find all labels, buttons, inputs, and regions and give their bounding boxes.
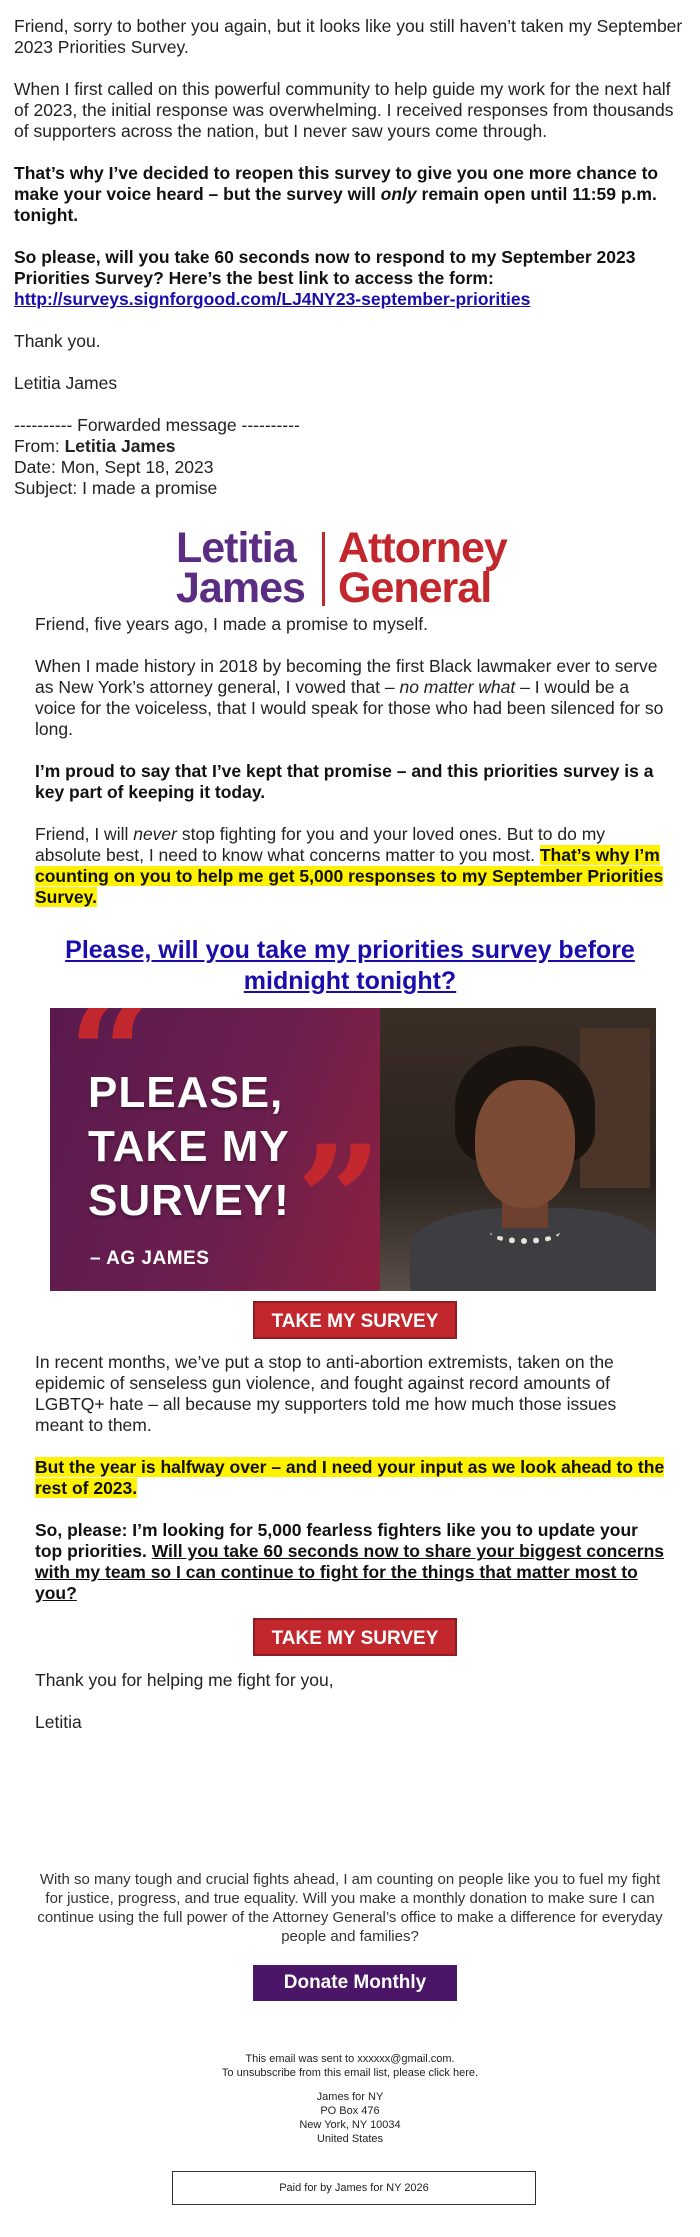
portrait-necklace bbox=[490, 1220, 560, 1244]
take-survey-button-2[interactable]: TAKE MY SURVEY bbox=[253, 1618, 457, 1656]
message-body: Friend, five years ago, I made a promise… bbox=[35, 614, 665, 929]
reopen-emphasis: only bbox=[380, 184, 417, 204]
body-paragraph: Friend, I will never stop fighting for y… bbox=[35, 824, 665, 908]
reopen-paragraph: That’s why I’ve decided to reopen this s… bbox=[14, 163, 686, 226]
close-quote-icon: ” bbox=[296, 1113, 383, 1289]
body-paragraph-bold: I’m proud to say that I’ve kept that pro… bbox=[35, 761, 654, 802]
unsubscribe-link[interactable]: To unsubscribe from this email list, ple… bbox=[222, 2067, 478, 2079]
take-survey-button[interactable]: TAKE MY SURVEY bbox=[253, 1301, 457, 1339]
logo-first-name: Letitia bbox=[176, 524, 297, 572]
thanks-text: Thank you. bbox=[14, 331, 101, 351]
address-line: James for NY bbox=[316, 2091, 384, 2103]
body-paragraph: In recent months, we’ve put a stop to an… bbox=[35, 1352, 617, 1435]
hero-headline: PLEASE, TAKE MY SURVEY! bbox=[88, 1066, 290, 1228]
donate-monthly-button[interactable]: Donate Monthly bbox=[253, 1965, 457, 2001]
paid-for-disclaimer: Paid for by James for NY 2026 bbox=[172, 2171, 536, 2205]
from-label: From: bbox=[14, 436, 65, 456]
signer-name: Letitia James bbox=[14, 373, 118, 393]
hero-line: SURVEY! bbox=[88, 1176, 290, 1225]
body-paragraph: When I made history in 2018 by becoming … bbox=[35, 656, 665, 740]
mailing-address: James for NY PO Box 476 New York, NY 100… bbox=[35, 2090, 665, 2146]
campaign-logo: Letitia James Attorney General bbox=[176, 524, 532, 612]
email-page: Friend, sorry to bother you again, but i… bbox=[0, 0, 700, 2237]
body-emphasis: never bbox=[133, 824, 177, 844]
address-line: New York, NY 10034 bbox=[299, 2119, 401, 2131]
survey-link[interactable]: http://surveys.signforgood.com/LJ4NY23-s… bbox=[14, 289, 530, 309]
logo-divider bbox=[322, 532, 325, 606]
survey-request-paragraph: So please, will you take 60 seconds now … bbox=[14, 247, 686, 310]
body-paragraph: So, please: I’m looking for 5,000 fearle… bbox=[35, 1520, 667, 1604]
address-line: United States bbox=[316, 2133, 384, 2145]
address-line: PO Box 476 bbox=[320, 2105, 380, 2117]
survey-headline-link[interactable]: Please, will you take my priorities surv… bbox=[65, 936, 635, 995]
intro-paragraph: Friend, sorry to bother you again, but i… bbox=[14, 16, 683, 57]
forwarded-header: ---------- Forwarded message ---------- … bbox=[14, 415, 686, 499]
logo-last-name: James bbox=[176, 564, 306, 612]
intro-paragraph: When I first called on this powerful com… bbox=[14, 79, 674, 141]
hero-line: PLEASE, bbox=[88, 1068, 284, 1117]
sent-to-text: This email was sent to xxxxxx@gmail.com. bbox=[245, 2053, 455, 2065]
portrait-face bbox=[475, 1080, 575, 1208]
forwarded-from: From: Letitia James bbox=[14, 436, 686, 457]
closing-section: Thank you for helping me fight for you, … bbox=[35, 1670, 667, 1754]
forwarded-subject: Subject: I made a promise bbox=[14, 478, 218, 498]
forwarded-date: Date: Mon, Sept 18, 2023 bbox=[14, 457, 214, 477]
logo-title-2: General bbox=[338, 564, 492, 612]
intro-section: Friend, sorry to bother you again, but i… bbox=[14, 16, 686, 499]
hero-banner-image[interactable]: “ ” PLEASE, TAKE MY SURVEY! – AG JAMES bbox=[50, 1008, 656, 1291]
email-footer: This email was sent to xxxxxx@gmail.com.… bbox=[35, 2052, 665, 2156]
footer-sent-notice: This email was sent to xxxxxx@gmail.com.… bbox=[35, 2052, 665, 2080]
hero-line: TAKE MY bbox=[88, 1122, 290, 1171]
survey-headline: Please, will you take my priorities surv… bbox=[35, 935, 665, 997]
body-paragraph: Friend, five years ago, I made a promise… bbox=[35, 614, 428, 634]
closing-signature: Letitia bbox=[35, 1712, 82, 1732]
donation-appeal: With so many tough and crucial fights ah… bbox=[37, 1871, 663, 1945]
hero-attribution: – AG JAMES bbox=[90, 1248, 210, 1269]
body-emphasis: no matter what bbox=[399, 677, 516, 697]
survey-request-text: So please, will you take 60 seconds now … bbox=[14, 247, 636, 288]
from-name: Letitia James bbox=[64, 436, 176, 456]
highlighted-text: But the year is halfway over – and I nee… bbox=[35, 1457, 665, 1498]
message-body-2: In recent months, we’ve put a stop to an… bbox=[35, 1352, 667, 1625]
logo-title-1: Attorney bbox=[338, 524, 508, 572]
body-text: Friend, I will bbox=[35, 824, 134, 844]
body-paragraph: But the year is halfway over – and I nee… bbox=[35, 1457, 667, 1499]
closing-line: Thank you for helping me fight for you, bbox=[35, 1670, 334, 1690]
forwarded-divider: ---------- Forwarded message ---------- bbox=[14, 415, 300, 435]
